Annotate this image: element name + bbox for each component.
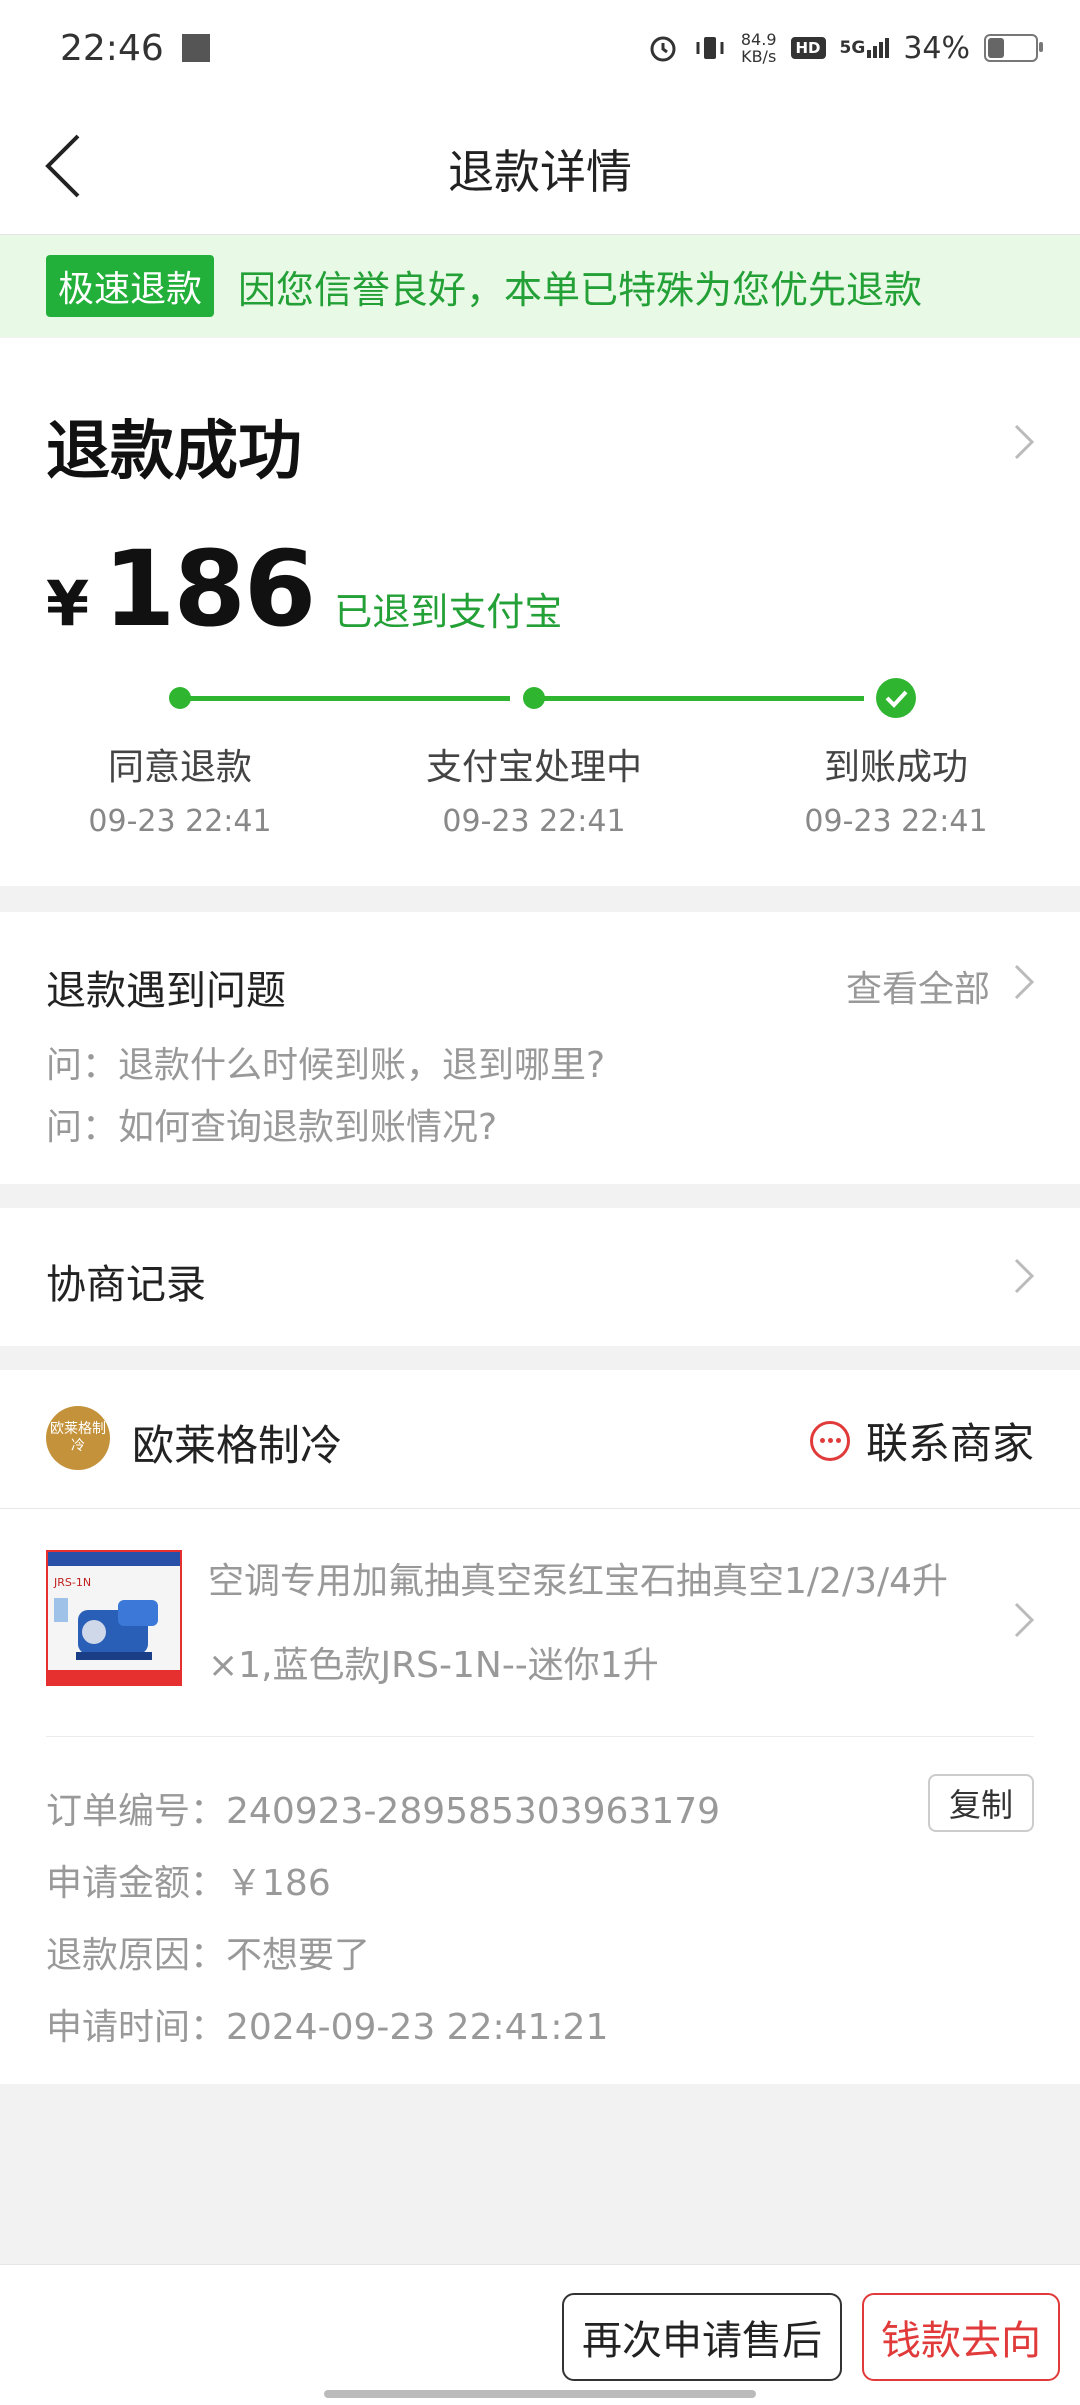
progress-dot-2: [523, 687, 545, 709]
faq-item-2[interactable]: 问：如何查询退款到账情况?: [46, 1098, 497, 1150]
copy-button[interactable]: 复制: [928, 1774, 1034, 1832]
alarm-icon: [650, 36, 676, 62]
chevron-right-icon[interactable]: [1010, 420, 1038, 464]
progress-line-2: [544, 696, 864, 701]
progress-dot-1: [169, 687, 191, 709]
nav-bar: 退款详情: [0, 96, 1080, 235]
fast-refund-tag: 极速退款: [46, 255, 215, 317]
product-image[interactable]: JRS-1N: [46, 1550, 182, 1686]
divider: [0, 1508, 1080, 1509]
apply-time-row: 申请时间：2024-09-23 22:41:21: [46, 2007, 609, 2048]
notification-icon: [181, 34, 210, 62]
contact-merchant-label: 联系商家: [865, 1419, 1034, 1468]
step-label-3: 到账成功: [823, 747, 968, 788]
fast-refund-banner: 极速退款 因您信誉良好，本单已特殊为您优先退款: [0, 235, 1080, 337]
order-number: 240923-289585303963179: [226, 1791, 720, 1832]
contact-merchant-button[interactable]: 联系商家: [809, 1410, 1034, 1471]
order-card: 欧莱格制冷 欧莱格制冷 联系商家 JRS-1N 空调专用加氟抽真空泵红宝石抽真空…: [0, 1370, 1080, 2084]
progress-line-1: [190, 696, 510, 701]
faq-item-1[interactable]: 问：退款什么时候到账，退到哪里?: [46, 1036, 605, 1088]
refund-status-title: 退款成功: [46, 415, 302, 489]
apply-amount: ￥186: [226, 1863, 331, 1904]
money-destination-button[interactable]: 钱款去向: [862, 2293, 1060, 2381]
refund-amount: 186: [103, 528, 316, 650]
reapply-after-sale-button[interactable]: 再次申请售后: [562, 2293, 842, 2381]
fast-refund-message: 因您信誉良好，本单已特殊为您优先退款: [238, 267, 923, 312]
network-speed: 84.9 KB/s: [740, 30, 777, 66]
page-title: 退款详情: [448, 145, 632, 199]
chevron-right-icon[interactable]: [1010, 1254, 1038, 1298]
refund-reason: 不想要了: [226, 1935, 371, 1976]
refund-destination: 已退到支付宝: [334, 590, 563, 634]
product-title: 空调专用加氟抽真空泵红宝石抽真空1/2/3/4升: [208, 1561, 949, 1602]
product-image-label: JRS-1N: [53, 1576, 91, 1589]
status-time: 22:46: [60, 27, 164, 69]
chat-bubble-icon: [809, 1420, 850, 1461]
refund-amount-row: ¥ 186 已退到支付宝: [46, 528, 562, 650]
order-number-row: 订单编号：240923-289585303963179: [46, 1791, 720, 1832]
vibrate-icon: [696, 37, 724, 59]
shop-logo: 欧莱格制冷: [46, 1406, 110, 1470]
step-time-1: 09-23 22:41: [88, 804, 272, 839]
bottom-action-bar: 再次申请售后 钱款去向: [0, 2264, 1080, 2405]
apply-time: 2024-09-23 22:41:21: [226, 2007, 609, 2048]
refund-problems-title: 退款遇到问题: [46, 968, 286, 1014]
refund-reason-row: 退款原因：不想要了: [46, 1935, 371, 1976]
hd-icon: HD: [790, 37, 826, 59]
chevron-right-icon[interactable]: [1010, 1598, 1038, 1642]
signal-icon: 5G: [840, 38, 890, 58]
refund-status-card[interactable]: 退款成功 ¥ 186 已退到支付宝 同意退款 09-23 22:41 支付宝处理…: [0, 338, 1080, 886]
battery-icon: [984, 34, 1043, 62]
currency-symbol: ¥: [46, 567, 90, 640]
refund-problems-card: 退款遇到问题 查看全部 问：退款什么时候到账，退到哪里? 问：如何查询退款到账情…: [0, 912, 1080, 1184]
view-all-link[interactable]: 查看全部: [846, 960, 990, 1012]
status-bar: 22:46 84.9 KB/s HD 5G 34%: [0, 0, 1080, 96]
shop-name[interactable]: 欧莱格制冷: [132, 1412, 342, 1473]
negotiation-record-row[interactable]: 协商记录: [0, 1208, 1080, 1346]
check-circle-icon: [876, 678, 916, 718]
step-time-2: 09-23 22:41: [442, 804, 626, 839]
step-label-2: 支付宝处理中: [425, 747, 642, 788]
product-spec: ×1,蓝色款JRS-1N--迷你1升: [208, 1645, 659, 1686]
divider: [46, 1736, 1034, 1737]
battery-percent: 34%: [903, 30, 970, 66]
step-label-1: 同意退款: [107, 747, 252, 788]
negotiation-title: 协商记录: [46, 1262, 206, 1308]
apply-amount-row: 申请金额：￥186: [46, 1863, 331, 1904]
step-time-3: 09-23 22:41: [804, 804, 988, 839]
chevron-right-icon[interactable]: [1010, 960, 1038, 1004]
home-indicator[interactable]: [324, 2390, 756, 2398]
